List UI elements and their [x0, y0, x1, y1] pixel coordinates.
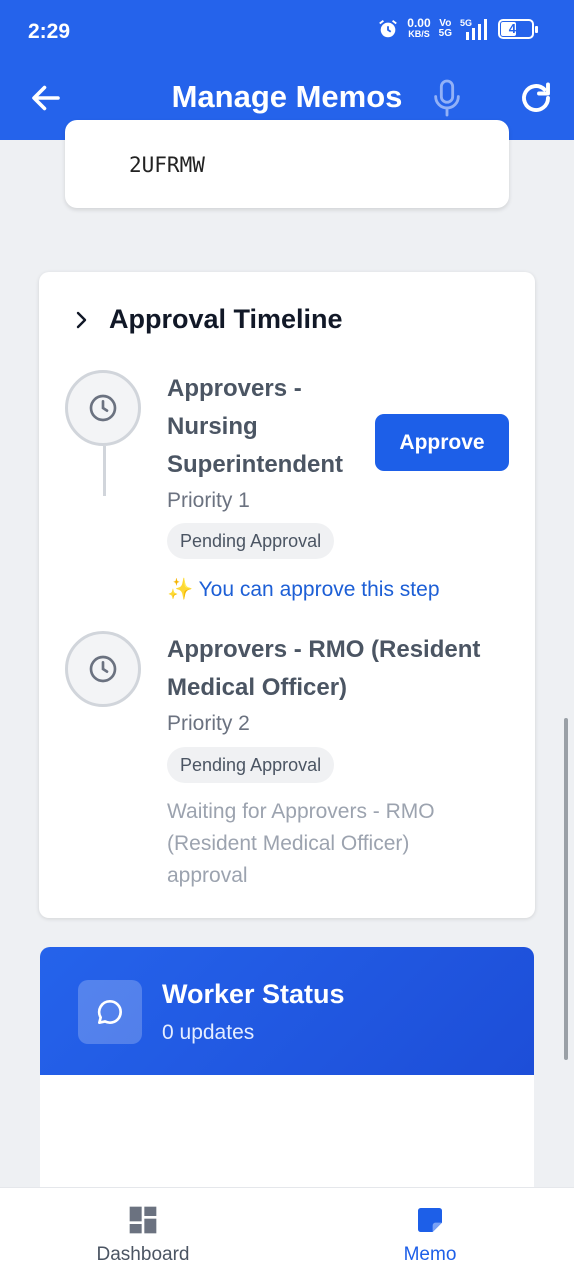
timeline-title: Approval Timeline: [109, 304, 343, 334]
step-2-status-circle: [65, 631, 141, 707]
scrollbar[interactable]: [564, 718, 568, 1060]
battery-icon: 49: [498, 19, 538, 39]
svg-text:5G: 5G: [460, 18, 472, 28]
chat-bubble-icon: [78, 980, 142, 1044]
status-icons: 0.00 KB/S Vo 5G 5G 49: [377, 16, 538, 40]
nav-memo-label: Memo: [403, 1244, 457, 1265]
timeline-header[interactable]: Approval Timeline: [69, 304, 343, 335]
step-1-priority: Priority 1: [167, 489, 250, 512]
worker-status-subtitle: 0 updates: [162, 1021, 255, 1044]
timeline-connector: [103, 446, 106, 496]
step-2-title: Approvers - RMO (Resident Medical Office…: [167, 636, 481, 701]
memo-code-card: 2UFRMW: [65, 120, 509, 208]
alarm-icon: [379, 20, 398, 38]
microphone-icon[interactable]: [430, 78, 464, 118]
refresh-icon[interactable]: [518, 80, 554, 116]
step-1-approve-hint: ✨ You can approve this step: [167, 578, 440, 601]
net-speed: 0.00 KB/S: [407, 16, 431, 39]
step-1-status-badge: Pending Approval: [167, 523, 335, 559]
memo-icon: [418, 1208, 442, 1232]
nav-dashboard[interactable]: Dashboard: [43, 1188, 243, 1280]
step-1-title: Approvers - Nursing Superintendent: [167, 375, 344, 478]
bottom-navigation: Dashboard Memo: [0, 1187, 574, 1280]
worker-status-body: [40, 1075, 534, 1187]
nav-memo[interactable]: Memo: [330, 1188, 530, 1280]
chevron-right-icon[interactable]: [69, 308, 93, 332]
approval-timeline-card: Approval Timeline Approvers - Nursing Su…: [39, 272, 535, 918]
worker-status-title: Worker Status: [162, 979, 345, 1009]
worker-status-card[interactable]: Worker Status 0 updates: [40, 947, 534, 1075]
step-2-status-badge: Pending Approval: [167, 747, 335, 783]
status-bar: 2:29 0.00 KB/S Vo 5G 5G 49: [0, 0, 574, 62]
step-2-waiting-text: Waiting for Approvers - RMO (Resident Me…: [167, 800, 435, 887]
step-2-priority: Priority 2: [167, 712, 250, 735]
step-1-status-circle: [65, 370, 141, 446]
page-title: Manage Memos: [171, 79, 403, 114]
memo-code: 2UFRMW: [129, 153, 205, 177]
dashboard-icon: [129, 1206, 157, 1234]
nav-dashboard-label: Dashboard: [96, 1244, 190, 1265]
clock-icon: [89, 394, 117, 422]
volte-indicator: Vo 5G: [438, 18, 452, 39]
signal-icon: 5G: [460, 18, 487, 40]
status-time: 2:29: [28, 20, 71, 43]
clock-icon: [89, 655, 117, 683]
approve-button[interactable]: Approve: [375, 414, 509, 471]
